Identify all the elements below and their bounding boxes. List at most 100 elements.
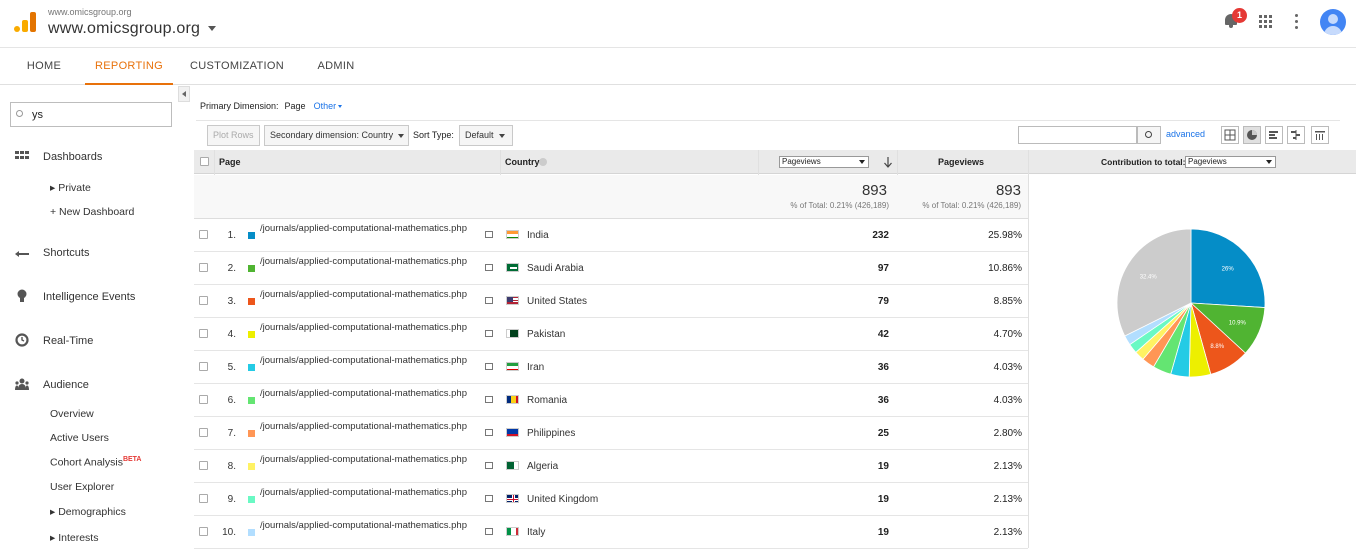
audience-people-icon — [15, 378, 29, 390]
row-page-link[interactable]: /journals/applied-computational-mathemat… — [260, 389, 490, 399]
view-comparison-button[interactable] — [1287, 126, 1305, 144]
external-link-icon[interactable] — [485, 528, 493, 535]
row-country-link[interactable]: United Kingdom — [527, 494, 598, 505]
table-search-button[interactable] — [1137, 126, 1161, 144]
row-number: 2. — [227, 263, 236, 274]
sidebar-item-dashboards[interactable]: Dashboards — [43, 151, 102, 163]
row-color-swatch — [248, 496, 255, 503]
metric-select[interactable]: Pageviews — [779, 156, 869, 168]
comparison-view-icon — [1291, 130, 1300, 140]
sidebar-item-active-users[interactable]: Active Users — [50, 432, 109, 444]
row-checkbox[interactable] — [199, 362, 208, 371]
external-link-icon[interactable] — [485, 462, 493, 469]
column-header-pageviews[interactable]: Pageviews — [938, 150, 984, 174]
secondary-dimension-select[interactable]: Secondary dimension: Country — [264, 125, 409, 146]
row-page-link[interactable]: /journals/applied-computational-mathemat… — [260, 455, 490, 465]
primary-dimension-other[interactable]: Other — [314, 101, 337, 111]
row-country-link[interactable]: Iran — [527, 362, 544, 373]
view-performance-button[interactable] — [1265, 126, 1283, 144]
country-flag-icon — [506, 263, 519, 272]
tab-reporting[interactable]: REPORTING — [85, 48, 173, 85]
row-page-link[interactable]: /journals/applied-computational-mathemat… — [260, 290, 490, 300]
sidebar-item-realtime[interactable]: Real-Time — [43, 335, 93, 347]
row-country-link[interactable]: Saudi Arabia — [527, 263, 584, 274]
help-icon[interactable] — [539, 158, 547, 166]
sidebar-item-intelligence-events[interactable]: Intelligence Events — [43, 291, 135, 303]
row-page-link[interactable]: /journals/applied-computational-mathemat… — [260, 521, 490, 531]
column-header-page[interactable]: Page — [219, 150, 241, 174]
sort-descending-icon[interactable] — [883, 157, 893, 168]
external-link-icon[interactable] — [485, 330, 493, 337]
view-percentage-button[interactable] — [1243, 126, 1261, 144]
row-page-link[interactable]: /journals/applied-computational-mathemat… — [260, 323, 490, 333]
tab-home[interactable]: HOME — [18, 48, 70, 85]
sidebar-item-user-explorer[interactable]: User Explorer — [50, 481, 114, 493]
select-all-checkbox[interactable] — [200, 157, 209, 166]
row-number: 10. — [222, 527, 236, 538]
row-checkbox[interactable] — [199, 263, 208, 272]
row-page-link[interactable]: /journals/applied-computational-mathemat… — [260, 488, 490, 498]
analytics-logo-icon[interactable] — [14, 12, 36, 32]
table-header — [194, 150, 1028, 174]
row-page-link[interactable]: /journals/applied-computational-mathemat… — [260, 356, 490, 366]
sidebar-item-overview[interactable]: Overview — [50, 408, 94, 420]
sidebar-search-input[interactable]: ys — [10, 102, 172, 127]
account-avatar[interactable] — [1320, 9, 1346, 35]
row-checkbox[interactable] — [199, 329, 208, 338]
apps-grid-icon[interactable] — [1259, 15, 1273, 29]
collapse-sidebar-button[interactable] — [178, 86, 190, 102]
row-page-link[interactable]: /journals/applied-computational-mathemat… — [260, 422, 490, 432]
plot-rows-button[interactable]: Plot Rows — [207, 125, 260, 146]
table-filter-input[interactable] — [1018, 126, 1137, 144]
chevron-down-icon — [398, 133, 405, 138]
row-country-link[interactable]: Romania — [527, 395, 567, 406]
external-link-icon[interactable] — [485, 495, 493, 502]
row-checkbox[interactable] — [199, 395, 208, 404]
view-data-table-button[interactable] — [1221, 126, 1239, 144]
row-pageviews-metric: 232 — [872, 230, 889, 241]
tab-customization[interactable]: CUSTOMIZATION — [186, 48, 288, 85]
external-link-icon[interactable] — [485, 429, 493, 436]
sidebar-item-interests[interactable]: ▸ Interests — [50, 532, 98, 544]
advanced-filter-link[interactable]: advanced — [1166, 129, 1205, 139]
account-selector[interactable]: www.omicsgroup.org — [48, 20, 200, 38]
external-link-icon[interactable] — [485, 264, 493, 271]
row-checkbox[interactable] — [199, 461, 208, 470]
row-country-link[interactable]: Italy — [527, 527, 545, 538]
external-link-icon[interactable] — [485, 363, 493, 370]
sidebar-item-demographics[interactable]: ▸ Demographics — [50, 506, 126, 518]
sidebar-item-cohort-analysis[interactable]: Cohort AnalysisBETA — [50, 456, 142, 469]
row-country-link[interactable]: Algeria — [527, 461, 558, 472]
sidebar-item-private[interactable]: ▸ Private — [50, 182, 91, 194]
sidebar-item-new-dashboard[interactable]: + New Dashboard — [50, 206, 134, 218]
row-country-link[interactable]: India — [527, 230, 549, 241]
more-options-icon[interactable] — [1295, 14, 1299, 30]
pie-slice-label: 10.9% — [1229, 321, 1247, 327]
external-link-icon[interactable] — [485, 396, 493, 403]
tab-admin[interactable]: ADMIN — [312, 48, 360, 85]
total-pageviews: 893 — [995, 182, 1021, 199]
external-link-icon[interactable] — [485, 297, 493, 304]
flag-stripe — [507, 303, 518, 304]
sidebar-item-audience[interactable]: Audience — [43, 379, 89, 391]
sort-type-select[interactable]: Default — [459, 125, 513, 146]
row-page-link[interactable]: /journals/applied-computational-mathemat… — [260, 224, 490, 234]
row-page-link[interactable]: /journals/applied-computational-mathemat… — [260, 257, 490, 267]
primary-dimension-page[interactable]: Page — [285, 101, 306, 111]
view-pivot-button[interactable] — [1311, 126, 1329, 144]
row-checkbox[interactable] — [199, 230, 208, 239]
row-checkbox[interactable] — [199, 296, 208, 305]
row-country-link[interactable]: United States — [527, 296, 587, 307]
sidebar-item-shortcuts[interactable]: Shortcuts — [43, 247, 89, 259]
row-pageviews-pct: 4.70% — [993, 329, 1022, 340]
row-checkbox[interactable] — [199, 527, 208, 536]
column-header-country[interactable]: Country — [505, 150, 540, 174]
contribution-select[interactable]: Pageviews — [1185, 156, 1276, 168]
row-country-link[interactable]: Philippines — [527, 428, 575, 439]
row-country-link[interactable]: Pakistan — [527, 329, 565, 340]
external-link-icon[interactable] — [485, 231, 493, 238]
row-checkbox[interactable] — [199, 494, 208, 503]
chevron-down-icon[interactable] — [208, 26, 216, 31]
row-checkbox[interactable] — [199, 428, 208, 437]
pie-slice-label: 26% — [1222, 267, 1235, 273]
